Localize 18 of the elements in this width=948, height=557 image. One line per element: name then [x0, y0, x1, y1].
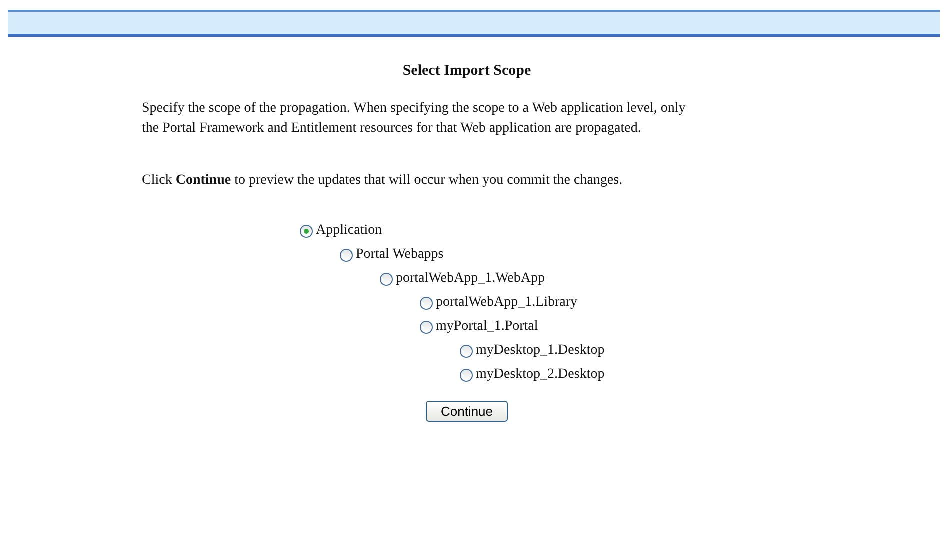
- scope-option[interactable]: Portal Webapps: [356, 247, 444, 263]
- radio-button[interactable]: [420, 296, 433, 310]
- radio-button[interactable]: [420, 320, 433, 334]
- radio-button[interactable]: [300, 224, 313, 238]
- radio-button[interactable]: [460, 368, 473, 382]
- instruction-text: Click Continue to preview the updates that will occur when you commit the changes.: [142, 172, 624, 190]
- page-title: Select Import Scope: [402, 63, 532, 80]
- radio-button[interactable]: [460, 344, 473, 358]
- scope-option[interactable]: myPortal_1.Portal: [436, 319, 538, 335]
- scope-option[interactable]: myDesktop_2.Desktop: [476, 367, 605, 383]
- radio-button[interactable]: [340, 248, 353, 262]
- description-text: Specify the scope of the propagation. When specifying the scope to a Web application level, only the Portal Framework and Entitlement resources for that Web application are propagated.: [142, 100, 687, 138]
- radio-button[interactable]: [380, 272, 393, 286]
- scope-option[interactable]: portalWebApp_1.WebApp: [396, 271, 545, 287]
- scope-option[interactable]: myDesktop_1.Desktop: [476, 343, 605, 359]
- scope-option[interactable]: Application: [316, 223, 382, 239]
- continue-button[interactable]: Continue: [426, 401, 508, 422]
- scope-option[interactable]: portalWebApp_1.Library: [436, 295, 578, 311]
